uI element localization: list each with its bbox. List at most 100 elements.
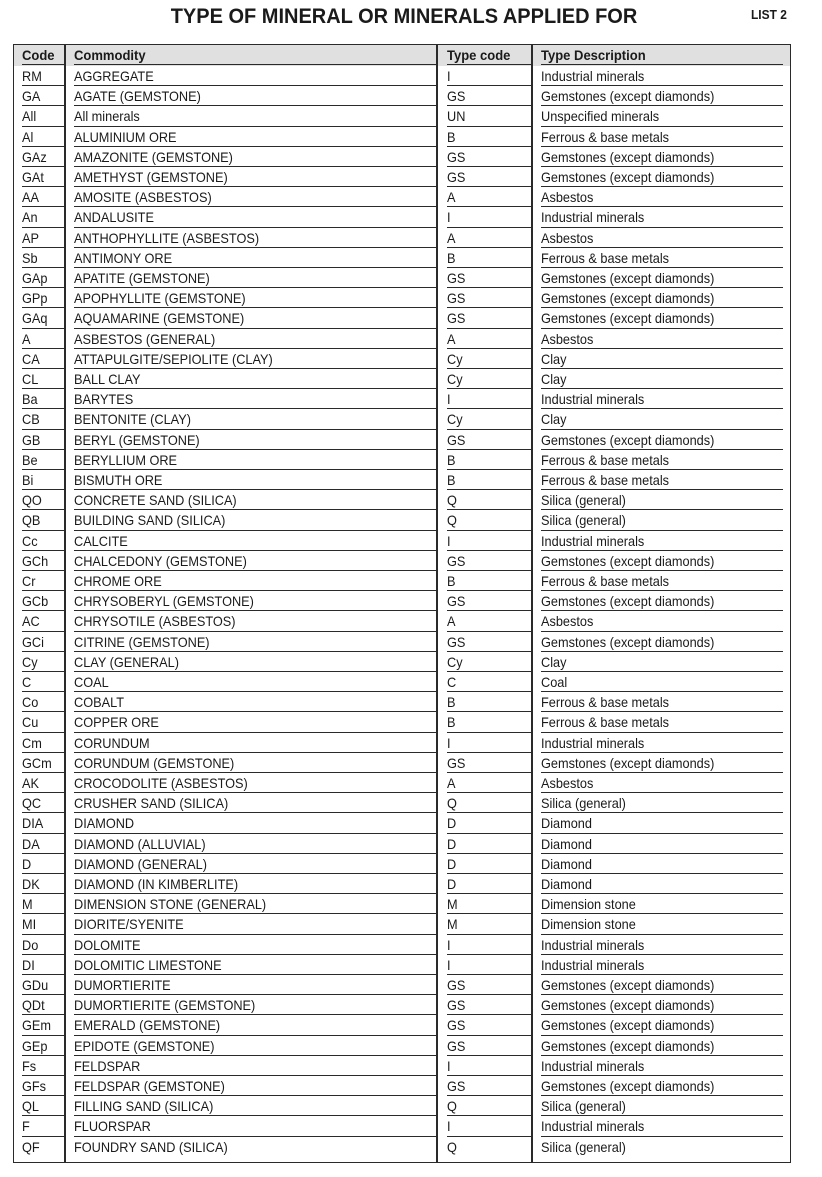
cell-type-description: Industrial minerals: [541, 955, 783, 975]
cell-commodity: AGGREGATE: [74, 66, 436, 87]
cell-type-code: GS: [447, 167, 532, 188]
cell-code: DK: [22, 874, 64, 895]
cell-type-description: Industrial minerals: [541, 66, 783, 87]
cell-commodity: BISMUTH ORE: [74, 470, 436, 491]
cell-type-code: Q: [447, 510, 532, 531]
cell-type-description: Gemstones (except diamonds): [541, 430, 783, 450]
cell-type-description: Industrial minerals: [541, 733, 783, 753]
cell-code: MI: [22, 914, 64, 935]
cell-commodity: BARYTES: [74, 389, 436, 410]
cell-code: DI: [22, 955, 64, 975]
cell-commodity: EPIDOTE (GEMSTONE): [74, 1036, 436, 1056]
cell-type-description: Gemstones (except diamonds): [541, 551, 783, 571]
cell-type-code: GS: [447, 975, 532, 996]
cell-type-code: I: [447, 531, 532, 551]
header-commodity: Commodity: [74, 45, 436, 66]
cell-type-code: B: [447, 450, 532, 470]
cell-code: Be: [22, 450, 64, 470]
cell-commodity: APOPHYLLITE (GEMSTONE): [74, 288, 436, 309]
cell-commodity: ALUMINIUM ORE: [74, 127, 436, 147]
cell-commodity: DUMORTIERITE (GEMSTONE): [74, 995, 436, 1016]
cell-type-code: Cy: [447, 409, 532, 430]
cell-type-description: Diamond: [541, 834, 783, 854]
cell-commodity: CHRYSOTILE (ASBESTOS): [74, 611, 436, 632]
cell-commodity: CRUSHER SAND (SILICA): [74, 793, 436, 814]
cell-type-code: GS: [447, 430, 532, 450]
cell-type-description: Diamond: [541, 854, 783, 874]
cell-type-description: Gemstones (except diamonds): [541, 591, 783, 612]
cell-commodity: CHROME ORE: [74, 571, 436, 592]
cell-code: D: [22, 854, 64, 874]
cell-code: GAq: [22, 308, 64, 329]
cell-code: AC: [22, 611, 64, 632]
cell-commodity: ANDALUSITE: [74, 207, 436, 228]
minerals-table: Code Commodity Type code Type Descriptio…: [13, 44, 791, 1163]
cell-code: QDt: [22, 995, 64, 1016]
cell-type-code: Q: [447, 490, 532, 511]
cell-type-description: Clay: [541, 652, 783, 672]
cell-code: GAt: [22, 167, 64, 188]
cell-code: An: [22, 207, 64, 228]
cell-commodity: CHALCEDONY (GEMSTONE): [74, 551, 436, 571]
cell-type-code: GS: [447, 995, 532, 1016]
cell-type-description: Gemstones (except diamonds): [541, 1015, 783, 1036]
cell-code: AA: [22, 187, 64, 208]
cell-code: GB: [22, 430, 64, 450]
cell-code: Fs: [22, 1056, 64, 1076]
cell-code: RM: [22, 66, 64, 87]
cell-commodity: DIAMOND (IN KIMBERLITE): [74, 874, 436, 895]
cell-type-description: Coal: [541, 672, 783, 693]
cell-type-code: GS: [447, 86, 532, 107]
cell-type-description: Gemstones (except diamonds): [541, 1036, 783, 1056]
cell-code: GFs: [22, 1076, 64, 1097]
cell-code: GCi: [22, 632, 64, 652]
cell-code: Sb: [22, 248, 64, 268]
cell-code: F: [22, 1116, 64, 1137]
cell-commodity: FILLING SAND (SILICA): [74, 1096, 436, 1117]
cell-commodity: APATITE (GEMSTONE): [74, 268, 436, 289]
cell-commodity: BERYL (GEMSTONE): [74, 430, 436, 450]
cell-commodity: ASBESTOS (GENERAL): [74, 329, 436, 349]
cell-type-description: Silica (general): [541, 1139, 626, 1155]
cell-type-description: Silica (general): [541, 510, 783, 531]
cell-commodity: EMERALD (GEMSTONE): [74, 1015, 436, 1036]
cell-type-code: B: [447, 127, 532, 147]
cell-type-description: Industrial minerals: [541, 1056, 783, 1076]
cell-type-description: Silica (general): [541, 1096, 783, 1117]
header-type-code: Type code: [447, 45, 532, 66]
column-divider: [64, 45, 66, 1162]
cell-type-description: Industrial minerals: [541, 389, 783, 410]
cell-type-description: Gemstones (except diamonds): [541, 86, 783, 107]
cell-type-description: Industrial minerals: [541, 1116, 783, 1137]
cell-type-description: Gemstones (except diamonds): [541, 167, 783, 188]
cell-type-code: M: [447, 914, 532, 935]
cell-commodity: DOLOMITIC LIMESTONE: [74, 955, 436, 975]
cell-code: CL: [22, 369, 64, 390]
cell-commodity: CALCITE: [74, 531, 436, 551]
cell-type-code: GS: [447, 288, 532, 309]
cell-commodity: FLUORSPAR: [74, 1116, 436, 1137]
cell-type-description: Gemstones (except diamonds): [541, 268, 783, 289]
cell-type-code: GS: [447, 1036, 532, 1056]
cell-type-description: Silica (general): [541, 793, 783, 814]
cell-type-code: B: [447, 248, 532, 268]
cell-type-description: Gemstones (except diamonds): [541, 147, 783, 167]
cell-type-code: GS: [447, 591, 532, 612]
cell-code: DIA: [22, 813, 64, 834]
cell-type-code: A: [447, 187, 532, 208]
cell-code: QO: [22, 490, 64, 511]
cell-type-code: GS: [447, 551, 532, 571]
cell-type-description: Ferrous & base metals: [541, 127, 783, 147]
cell-code: Cm: [22, 733, 64, 753]
cell-commodity: FELDSPAR: [74, 1056, 436, 1076]
cell-commodity: DUMORTIERITE: [74, 975, 436, 996]
header-code: Code: [22, 45, 64, 66]
cell-code: GCb: [22, 591, 64, 612]
cell-type-code: Cy: [447, 369, 532, 390]
cell-commodity: CONCRETE SAND (SILICA): [74, 490, 436, 511]
cell-type-code: I: [447, 207, 532, 228]
cell-code: GEp: [22, 1036, 64, 1056]
document-title: TYPE OF MINERAL OR MINERALS APPLIED FOR: [170, 4, 638, 28]
cell-code: Bi: [22, 470, 64, 491]
cell-commodity: ANTIMONY ORE: [74, 248, 436, 268]
